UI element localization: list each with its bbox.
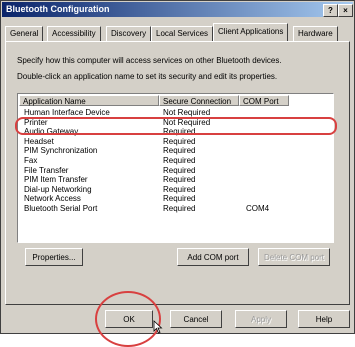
- column-header-com[interactable]: COM Port: [239, 95, 289, 106]
- tab-discovery[interactable]: Discovery: [106, 26, 152, 42]
- secure-connection: Required: [163, 146, 196, 156]
- application-name: PIM Synchronization: [24, 146, 98, 156]
- secure-connection: Required: [163, 184, 196, 194]
- application-name: Dial-up Networking: [24, 184, 92, 194]
- add-com-port-button[interactable]: Add COM port: [177, 248, 249, 266]
- application-name: Network Access: [24, 194, 81, 204]
- printer-row-annotation: [15, 117, 337, 135]
- ok-button-annotation: [95, 291, 161, 347]
- help-title-button[interactable]: ?: [323, 4, 338, 17]
- secure-connection: Required: [163, 156, 196, 165]
- tab-accessibility[interactable]: Accessibility: [47, 26, 101, 42]
- title-bar[interactable]: Bluetooth Configuration ? ×: [2, 2, 353, 17]
- description-line-1: Specify how this computer will access se…: [17, 56, 282, 65]
- tab-hardware[interactable]: Hardware: [293, 26, 338, 42]
- delete-com-port-button[interactable]: Delete COM port: [258, 248, 330, 266]
- secure-connection: Not Required: [163, 108, 211, 117]
- mouse-pointer-icon: [153, 320, 163, 334]
- dialog-window: Bluetooth Configuration ? × General Acce…: [0, 0, 355, 347]
- help-button[interactable]: Help: [298, 310, 350, 328]
- properties-button[interactable]: Properties...: [25, 248, 83, 266]
- tab-general[interactable]: General: [5, 26, 44, 42]
- application-name: PIM Item Transfer: [24, 175, 88, 185]
- tab-client-applications[interactable]: Client Applications: [213, 23, 289, 41]
- cancel-button[interactable]: Cancel: [170, 310, 222, 328]
- tab-local-services[interactable]: Local Services: [151, 26, 214, 42]
- description-line-2: Double-click an application name to set …: [17, 72, 278, 81]
- secure-connection: Required: [163, 165, 196, 175]
- window-title: Bluetooth Configuration: [6, 4, 110, 14]
- application-name: Human Interface Device: [24, 108, 110, 117]
- secure-connection: Required: [163, 194, 196, 204]
- column-header-name[interactable]: Application Name: [19, 95, 159, 106]
- secure-connection: Required: [163, 204, 196, 213]
- application-name: Headset: [24, 136, 54, 146]
- com-port: COM4: [246, 204, 270, 213]
- close-title-button[interactable]: ×: [338, 4, 353, 17]
- apply-button[interactable]: Apply: [235, 310, 287, 328]
- application-name: Fax: [24, 156, 38, 165]
- secure-connection: Required: [163, 136, 196, 146]
- application-name: File Transfer: [24, 165, 69, 175]
- column-header-secure[interactable]: Secure Connection: [159, 95, 239, 106]
- application-list[interactable]: Application Name Secure Connection COM P…: [17, 93, 334, 243]
- application-name: Bluetooth Serial Port: [24, 204, 98, 213]
- secure-connection: Required: [163, 175, 196, 185]
